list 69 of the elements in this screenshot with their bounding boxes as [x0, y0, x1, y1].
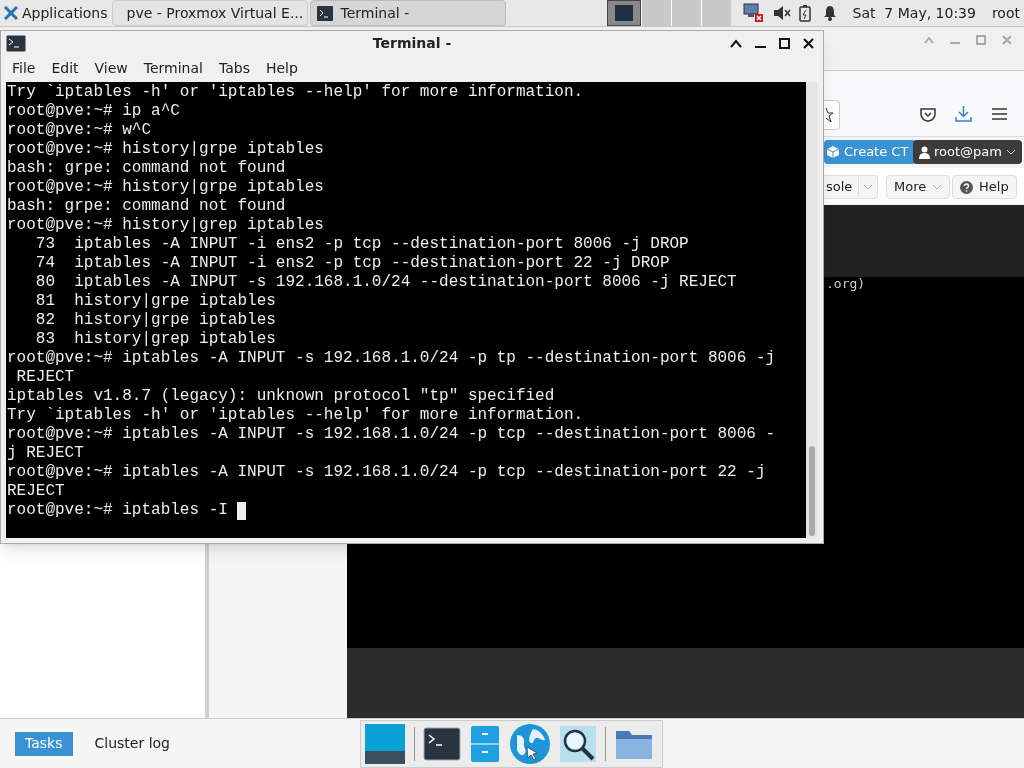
battery-icon[interactable]	[798, 4, 811, 22]
network-disconnected-icon[interactable]	[742, 3, 765, 23]
terminal-line: bash: grpe: command not found	[7, 159, 286, 178]
terminal-icon	[6, 34, 26, 52]
menu-item[interactable]: Tabs	[210, 57, 258, 79]
workspace-switcher[interactable]	[606, 0, 731, 26]
globe-icon[interactable]	[509, 723, 551, 765]
terminal-line: root@pve:~# history|grep iptables	[7, 216, 324, 235]
terminal-line: iptables v1.8.7 (legacy): unknown protocol "tp" specified	[7, 387, 555, 406]
pocket-icon[interactable]	[920, 107, 936, 122]
desktop-icon[interactable]	[364, 723, 406, 765]
terminal-line: 73 iptables -A INPUT -i ens2 -p tcp --destination-port 8006 -j DROP	[34, 235, 689, 254]
terminal-line: 74 iptables -A INPUT -i ens2 -p tcp --destination-port 22 -j DROP	[34, 254, 670, 273]
menu-item[interactable]: Edit	[43, 57, 87, 79]
magnifier-icon[interactable]	[559, 725, 597, 763]
terminal-line: 81 history|grpe iptables	[34, 292, 276, 311]
applications-menu[interactable]: Applications	[0, 0, 112, 26]
menu-item[interactable]: Terminal	[135, 57, 211, 79]
terminal-line: Try `iptables -h' or 'iptables --help' for more information.	[7, 83, 584, 102]
menu-item[interactable]: Help	[257, 57, 306, 79]
taskbar-button[interactable]: pve - Proxmox Virtual E...	[111, 0, 308, 26]
help-icon	[960, 180, 973, 194]
cube-icon	[826, 145, 840, 159]
terminal-line: root@pve:~# history|grpe iptables	[7, 140, 324, 159]
menu-item[interactable]: File	[4, 57, 44, 79]
chevron-down-icon	[932, 184, 943, 190]
toolbar-button[interactable]: sole	[824, 175, 879, 199]
terminal-line: bash: grpe: command not found	[7, 197, 286, 216]
terminal-line: j REJECT	[7, 444, 84, 463]
terminal-icon[interactable]	[423, 727, 461, 761]
close-icon[interactable]	[803, 37, 814, 49]
panel-tab[interactable]: Cluster log	[84, 731, 180, 756]
terminal-line: root@pve:~# history|grpe iptables	[7, 178, 324, 197]
terminal-line: root@pve:~# iptables -A INPUT -s 192.168.1.0/24 -p tp --destination-port 8006 -j	[7, 349, 776, 368]
user-name[interactable]: root	[991, 2, 1020, 24]
chevron-down-icon	[863, 184, 874, 190]
toolbar-button[interactable]: Help	[952, 175, 1017, 199]
terminal-line: root@pve:~# iptables -I	[7, 501, 229, 520]
terminal-line: root@pve:~# iptables -A INPUT -s 192.168.1.0/24 -p tcp --destination-port 22 -j	[7, 463, 766, 482]
terminal-line: root@pve:~# w^C	[7, 121, 152, 140]
terminal-line: REJECT	[15, 368, 75, 387]
bell-icon[interactable]	[822, 5, 837, 21]
terminal-line: 82 history|grpe iptables	[34, 311, 276, 330]
download-icon[interactable]	[955, 105, 972, 122]
terminal-line: root@pve:~# iptables -A INPUT -s 192.168.1.0/24 -p tcp --destination-port 8006 -	[7, 425, 776, 444]
menu-item[interactable]: View	[86, 57, 136, 79]
person-icon	[919, 145, 930, 159]
speaker-muted-icon[interactable]	[772, 5, 791, 21]
terminal-line: root@pve:~# ip a^C	[7, 102, 180, 121]
window-title: Terminal -	[372, 33, 452, 53]
chevron-up-icon[interactable]	[730, 38, 742, 48]
window-thumbnail-icon	[614, 5, 633, 21]
toolbar-button[interactable]: More	[886, 175, 951, 199]
taskbar-button[interactable]: Terminal -	[309, 0, 506, 26]
maximize-icon[interactable]	[779, 37, 790, 49]
chevron-down-icon	[1005, 149, 1016, 155]
console-text: .org)	[826, 275, 866, 293]
menu-icon[interactable]	[992, 108, 1007, 120]
clock[interactable]: Sat 7 May, 10:39	[852, 2, 976, 24]
user-menu-button[interactable]: root@pam	[913, 140, 1022, 164]
bookmark-star-button[interactable]	[824, 100, 840, 130]
terminal-line: Try `iptables -h' or 'iptables --help' for more information.	[7, 406, 584, 425]
terminal-icon	[316, 5, 333, 21]
terminal-line: REJECT	[7, 482, 65, 501]
xfce-logo-icon	[4, 6, 18, 20]
text-cursor	[237, 501, 247, 520]
terminal-line: 80 iptables -A INPUT -s 192.168.1.0/24 --destination-port 8006 -j REJECT	[34, 273, 737, 292]
terminal-line: 83 history|grep iptables	[34, 330, 276, 349]
scrollbar-thumb[interactable]	[809, 446, 815, 536]
